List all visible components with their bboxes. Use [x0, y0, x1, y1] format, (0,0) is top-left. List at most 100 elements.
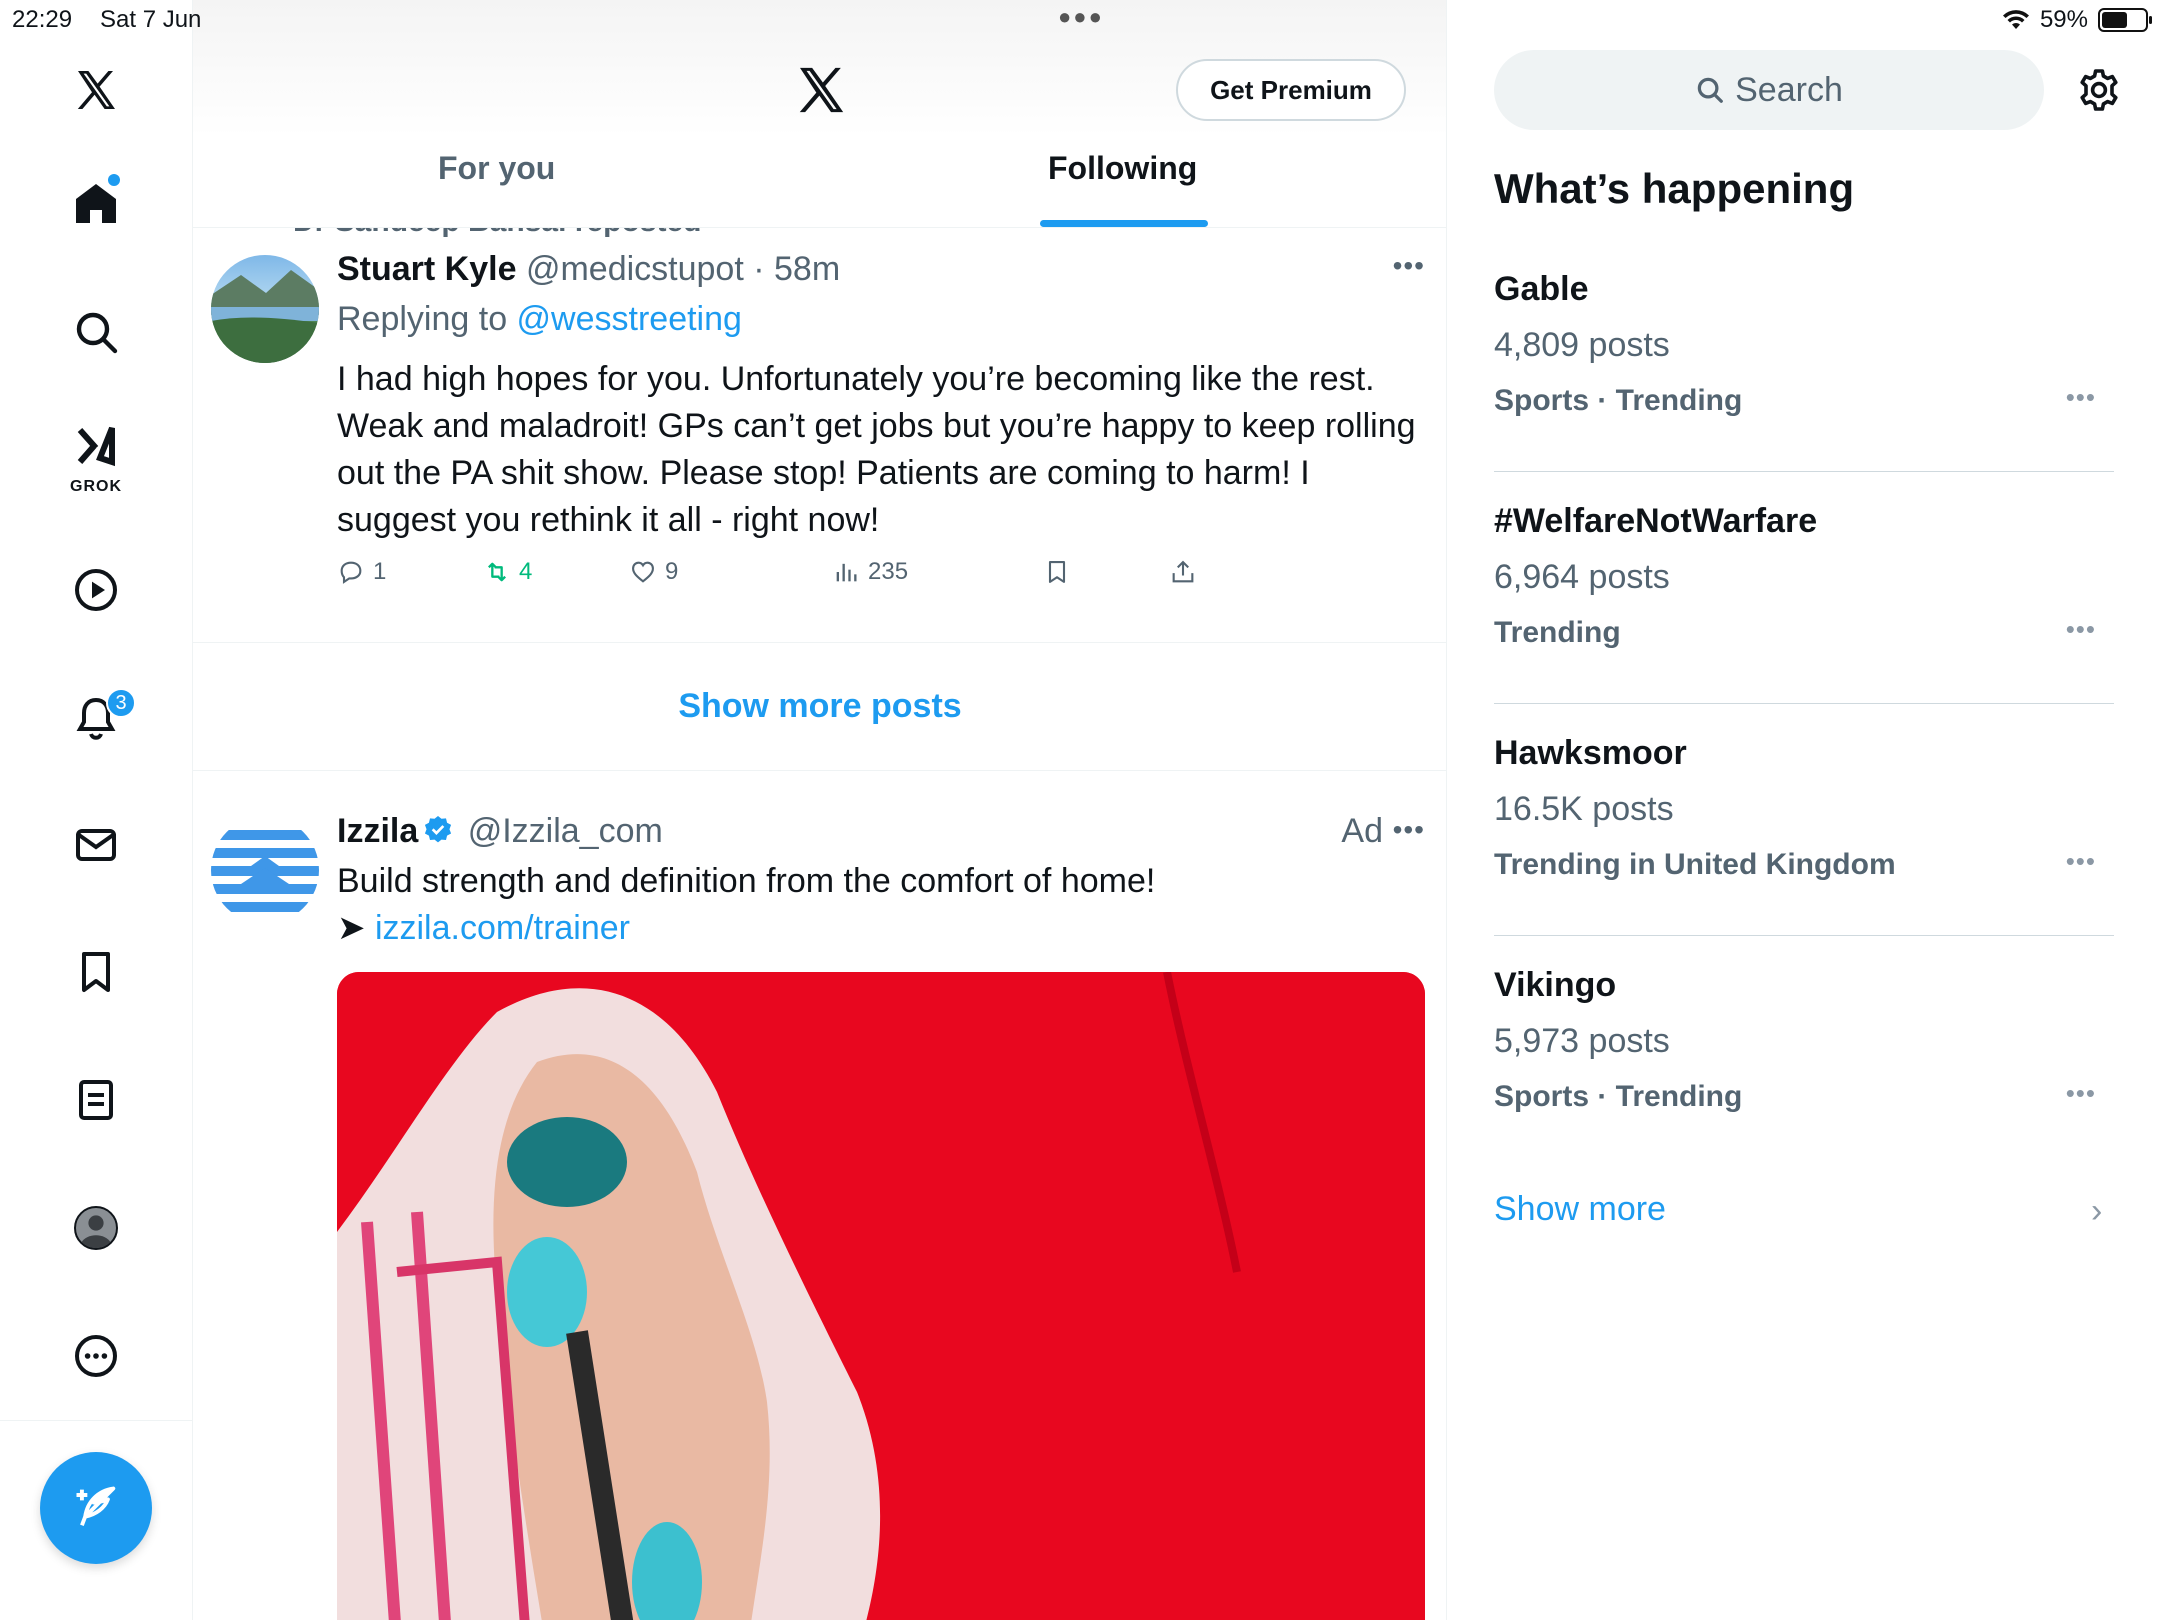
- active-tab-indicator: [1040, 220, 1208, 227]
- ad-body: Build strength and definition from the c…: [337, 862, 1156, 900]
- trend-name: Gable: [1494, 270, 1589, 308]
- status-right: 59%: [2002, 6, 2152, 34]
- multitasking-dots-icon[interactable]: ●●●: [1058, 4, 1104, 30]
- trend-item[interactable]: #WelfareNotWarfare 6,964 posts Trending …: [1494, 472, 2114, 704]
- views-count: 235: [868, 558, 909, 585]
- trend-meta: Sports · Trending: [1494, 384, 1743, 417]
- avatar[interactable]: [211, 255, 319, 363]
- replying-to: Replying to @wesstreeting: [337, 300, 742, 339]
- post-time[interactable]: · 58m: [753, 250, 840, 288]
- ad-video-media[interactable]: [337, 972, 1425, 1620]
- verified-icon: [425, 816, 452, 843]
- wifi-icon: [2002, 10, 2029, 29]
- tab-for-you[interactable]: For you: [438, 150, 555, 187]
- like-count: 9: [665, 558, 679, 585]
- bookmark-icon[interactable]: [56, 932, 136, 1012]
- ad-label: Ad: [1341, 812, 1383, 850]
- x-logo-icon[interactable]: [56, 50, 136, 130]
- share-button[interactable]: [1169, 558, 1197, 586]
- reply-count: 1: [373, 558, 387, 585]
- trend-count: 5,973 posts: [1494, 1022, 1670, 1060]
- replying-mention[interactable]: @wesstreeting: [517, 300, 742, 338]
- tab-following[interactable]: Following: [1048, 150, 1197, 187]
- author-handle[interactable]: @medicstupot: [526, 250, 744, 288]
- ad-post-izzila[interactable]: Izzila @Izzila_com Ad ••• Build strength…: [193, 772, 1446, 1620]
- battery-icon: [2098, 8, 2152, 32]
- trend-name: #WelfareNotWarfare: [1494, 502, 1818, 540]
- advertiser-name[interactable]: Izzila: [337, 812, 418, 850]
- trend-count: 4,809 posts: [1494, 326, 1670, 364]
- bookmark-post-button[interactable]: [1043, 558, 1071, 586]
- like-icon: [632, 561, 654, 583]
- whats-happening-title: What’s happening: [1494, 165, 1855, 212]
- trend-more-icon[interactable]: •••: [2066, 382, 2096, 413]
- status-bar: 22:29 Sat 7 Jun ●●● 59%: [0, 0, 2160, 40]
- battery-percent: 59%: [2039, 6, 2088, 33]
- gear-icon[interactable]: [2075, 66, 2123, 114]
- views-icon: [836, 563, 857, 582]
- show-more-trends-link[interactable]: Show more: [1494, 1190, 1666, 1229]
- compose-icon: [76, 1486, 116, 1527]
- post-text: I had high hopes for you. Unfortunately …: [337, 360, 1416, 539]
- post-header: Stuart Kyle @medicstupot · 58m: [337, 250, 840, 289]
- trend-more-icon[interactable]: •••: [2066, 846, 2096, 877]
- show-more-posts-button[interactable]: Show more posts: [193, 643, 1446, 771]
- search-input[interactable]: Search: [1494, 50, 2044, 130]
- ad-text: Build strength and definition from the c…: [337, 858, 1417, 952]
- like-button[interactable]: 9: [629, 558, 678, 586]
- author-name[interactable]: Stuart Kyle: [337, 250, 517, 288]
- grok-icon[interactable]: [56, 416, 136, 476]
- trend-count: 6,964 posts: [1494, 558, 1670, 596]
- nav-divider: [0, 1420, 193, 1421]
- post-more-icon[interactable]: •••: [1393, 250, 1425, 282]
- trend-meta: Trending: [1494, 616, 1621, 649]
- video-icon[interactable]: [56, 550, 136, 630]
- notifications-badge: 3: [106, 688, 136, 718]
- right-sidebar: Search What’s happening Gable 4,809 post…: [1447, 0, 2160, 1620]
- lists-icon[interactable]: [56, 1060, 136, 1140]
- reply-icon: [340, 561, 362, 584]
- status-date: Sat 7 Jun: [100, 6, 202, 33]
- search-icon[interactable]: [56, 292, 136, 372]
- post-stuart-kyle[interactable]: Stuart Kyle @medicstupot · 58m ••• Reply…: [193, 228, 1446, 643]
- repost-icon: [488, 562, 506, 582]
- search-placeholder: Search: [1735, 70, 1843, 109]
- get-premium-button[interactable]: Get Premium: [1176, 59, 1406, 121]
- repost-count: 4: [519, 558, 533, 585]
- replying-prefix: Replying to: [337, 300, 517, 338]
- post-actions: 1 4 9 235: [337, 558, 1337, 598]
- reply-button[interactable]: 1: [337, 558, 386, 586]
- more-icon[interactable]: [56, 1316, 136, 1396]
- left-navigation: GROK 3: [0, 0, 193, 1620]
- advertiser-handle[interactable]: @Izzila_com: [468, 812, 663, 850]
- trend-name: Vikingo: [1494, 966, 1617, 1004]
- trend-count: 16.5K posts: [1494, 790, 1674, 828]
- home-icon[interactable]: [56, 163, 136, 243]
- status-time: 22:29: [12, 6, 73, 33]
- share-icon: [1172, 560, 1194, 583]
- trend-item[interactable]: Gable 4,809 posts Sports · Trending •••: [1494, 240, 2114, 472]
- compose-button[interactable]: [40, 1452, 152, 1564]
- views-button[interactable]: 235: [832, 558, 908, 586]
- repost-button[interactable]: 4: [483, 558, 532, 586]
- trend-more-icon[interactable]: •••: [2066, 614, 2096, 645]
- trend-more-icon[interactable]: •••: [2066, 1078, 2096, 1109]
- timeline-column: Get Premium For you Following Dr Sandeep…: [193, 0, 1447, 1620]
- home-unread-dot: [108, 174, 120, 186]
- arrow-icon: ➤: [337, 909, 375, 947]
- mail-icon[interactable]: [56, 805, 136, 885]
- battery-level: [2102, 12, 2127, 28]
- x-logo-icon[interactable]: [793, 62, 849, 118]
- avatar[interactable]: [211, 816, 319, 924]
- trend-meta: Sports · Trending: [1494, 1080, 1743, 1113]
- chevron-right-icon[interactable]: ›: [2091, 1192, 2102, 1231]
- ad-header: Izzila @Izzila_com: [337, 812, 663, 851]
- search-icon: [1697, 77, 1723, 103]
- profile-icon[interactable]: [56, 1188, 136, 1268]
- bookmark-icon: [1048, 561, 1066, 583]
- trend-item[interactable]: Vikingo 5,973 posts Sports · Trending ••…: [1494, 936, 2114, 1168]
- trend-item[interactable]: Hawksmoor 16.5K posts Trending in United…: [1494, 704, 2114, 936]
- ad-link[interactable]: izzila.com/trainer: [375, 909, 630, 947]
- trend-meta: Trending in United Kingdom: [1494, 848, 1896, 881]
- ad-more-icon[interactable]: •••: [1393, 814, 1425, 846]
